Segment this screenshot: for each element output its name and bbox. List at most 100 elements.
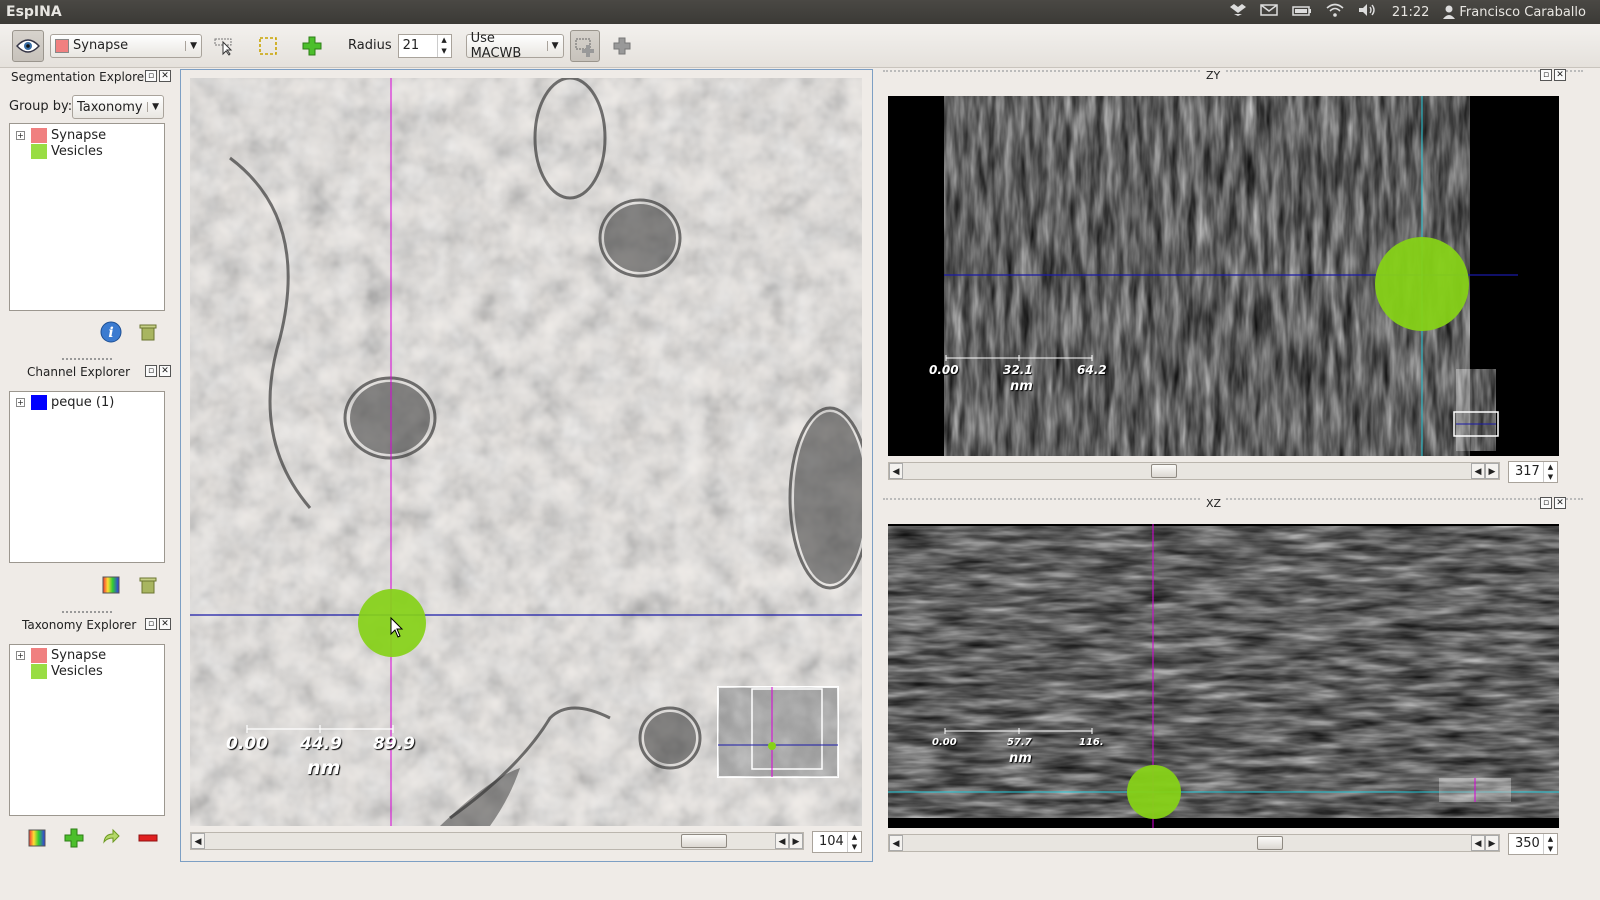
xy-slice-spinbox[interactable]: 104 ▲ ▼ [812, 831, 862, 853]
zy-slice-value: 317 [1515, 464, 1540, 479]
clock[interactable]: 21:22 [1392, 5, 1429, 20]
zy-slice-spinbox[interactable]: 317 ▲ ▼ [1508, 461, 1558, 483]
channel-explorer-dock-buttons: ▫ ✕ [145, 365, 171, 377]
user-icon [1443, 5, 1456, 19]
tree-item-label: Synapse [51, 647, 107, 663]
segmentation-blob[interactable] [1375, 237, 1469, 331]
scrollbar-thumb[interactable] [1257, 836, 1283, 850]
close-icon[interactable]: ✕ [159, 70, 171, 82]
add-segmentation-button[interactable] [296, 30, 328, 62]
segmentation-blob[interactable] [1127, 765, 1181, 819]
close-icon[interactable]: ✕ [159, 618, 171, 630]
float-icon[interactable]: ▫ [1540, 69, 1552, 81]
main-toolbar: Synapse ▼ Radius 21 ▲ ▼ Use MACWB ▼ [0, 24, 1600, 68]
tree-item[interactable]: Vesicles [10, 143, 164, 159]
channel-tree[interactable]: + peque (1) [9, 391, 165, 563]
spin-arrows-icon[interactable]: ▲ ▼ [1543, 834, 1557, 854]
xz-view-canvas[interactable]: 0.00 57.7 116. nm [888, 524, 1559, 828]
xy-thumbnail[interactable] [717, 686, 839, 778]
delete-segmentation-button[interactable] [137, 321, 159, 343]
group-by-value: Taxonomy [77, 99, 143, 115]
taxonomy-color-button[interactable] [26, 827, 48, 849]
radius-spinbox[interactable]: 21 ▲ ▼ [397, 33, 452, 58]
taxonomy-color-swatch [55, 38, 69, 53]
tree-item[interactable]: + Synapse [10, 127, 164, 143]
zy-slice-scrollbar[interactable]: ◀ ◀ ▶ [888, 462, 1500, 480]
xz-slice-scrollbar[interactable]: ◀ ◀ ▶ [888, 834, 1500, 852]
add-subtaxonomy-button[interactable] [100, 827, 122, 849]
tree-item[interactable]: + Synapse [10, 647, 164, 663]
delete-channel-button[interactable] [137, 574, 159, 596]
close-icon[interactable]: ✕ [1554, 497, 1566, 509]
taxonomy-combo[interactable]: Synapse ▼ [50, 33, 202, 58]
channel-colormap-button[interactable] [100, 574, 122, 596]
expand-icon[interactable]: + [16, 650, 25, 660]
spin-arrows-icon[interactable]: ▲ ▼ [847, 832, 861, 852]
float-icon[interactable]: ▫ [145, 618, 157, 630]
wifi-icon[interactable] [1326, 3, 1344, 21]
volume-icon[interactable] [1358, 3, 1378, 21]
scrollbar-thumb[interactable] [1151, 464, 1177, 478]
float-icon[interactable]: ▫ [1540, 497, 1552, 509]
dock-separator [62, 611, 112, 613]
group-by-label: Group by: [9, 99, 73, 114]
filter-combo[interactable]: Use MACWB ▼ [465, 31, 564, 61]
svg-text:i: i [108, 325, 113, 341]
xy-view-canvas[interactable]: 0.00 44.9 89.9 nm [190, 78, 862, 826]
xz-ruler-tick: 116. [1079, 737, 1104, 748]
xy-ruler-tick: 0.00 [226, 734, 268, 754]
scroll-right-icon[interactable]: ▶ [1485, 835, 1499, 851]
float-icon[interactable]: ▫ [145, 70, 157, 82]
scroll-left-icon[interactable]: ◀ [1471, 835, 1485, 851]
taxonomy-explorer-dock-buttons: ▫ ✕ [145, 618, 171, 630]
info-icon: i [100, 321, 122, 343]
xz-thumbnail[interactable] [1438, 777, 1512, 803]
scroll-left-icon[interactable]: ◀ [775, 833, 789, 849]
float-icon[interactable]: ▫ [145, 365, 157, 377]
user-menu[interactable]: Francisco Caraballo [1443, 5, 1586, 20]
scrollbar-thumb[interactable] [681, 834, 727, 848]
scroll-left-icon[interactable]: ◀ [889, 835, 903, 851]
zy-ruler-unit: nm [1010, 379, 1033, 394]
expand-icon[interactable]: + [16, 397, 25, 407]
close-icon[interactable]: ✕ [1554, 69, 1566, 81]
xz-slice-spinbox[interactable]: 350 ▲ ▼ [1508, 833, 1558, 855]
color-swatch [31, 143, 47, 159]
battery-icon[interactable] [1292, 5, 1312, 20]
toggle-visibility-button[interactable] [12, 29, 44, 62]
em-image-xy [190, 78, 862, 826]
spin-arrows-icon[interactable]: ▲ ▼ [436, 34, 451, 57]
add-gray-button[interactable] [606, 30, 638, 62]
tree-item[interactable]: Vesicles [10, 663, 164, 679]
expand-icon[interactable]: + [16, 130, 25, 140]
brush-selector-button[interactable] [569, 29, 600, 62]
em-image-zy [944, 96, 1518, 456]
roi-selection-button[interactable] [252, 30, 284, 62]
scroll-left-icon[interactable]: ◀ [889, 463, 903, 479]
scroll-left-icon[interactable]: ◀ [191, 833, 205, 849]
mail-icon[interactable] [1260, 4, 1278, 20]
add-taxonomy-button[interactable] [63, 827, 85, 849]
zy-ruler-tick: 64.2 [1077, 363, 1107, 377]
pointer-select-icon [214, 38, 233, 56]
scroll-right-icon[interactable]: ▶ [1485, 463, 1499, 479]
info-button[interactable]: i [100, 321, 122, 343]
zy-thumbnail[interactable] [1453, 368, 1499, 452]
dropbox-icon[interactable] [1229, 3, 1246, 21]
chevron-down-icon: ▼ [546, 40, 559, 51]
segmentation-tree[interactable]: + Synapse Vesicles [9, 123, 165, 311]
color-palette-icon [102, 576, 120, 594]
scroll-left-icon[interactable]: ◀ [1471, 463, 1485, 479]
remove-taxonomy-button[interactable] [137, 827, 159, 849]
group-by-combo[interactable]: Taxonomy ▼ [72, 95, 164, 119]
taxonomy-tree[interactable]: + Synapse Vesicles [9, 644, 165, 816]
segmentation-explorer-dock-buttons: ▫ ✕ [145, 70, 171, 82]
scroll-right-icon[interactable]: ▶ [789, 833, 803, 849]
tree-item[interactable]: + peque (1) [10, 394, 164, 410]
close-icon[interactable]: ✕ [159, 365, 171, 377]
xz-ruler-unit: nm [1009, 751, 1032, 766]
spin-arrows-icon[interactable]: ▲ ▼ [1543, 462, 1557, 482]
pointer-selector-button[interactable] [208, 30, 240, 62]
zy-view-canvas[interactable]: 0.00 32.1 64.2 nm [888, 96, 1559, 456]
xy-slice-scrollbar[interactable]: ◀ ◀ ▶ [190, 832, 804, 850]
